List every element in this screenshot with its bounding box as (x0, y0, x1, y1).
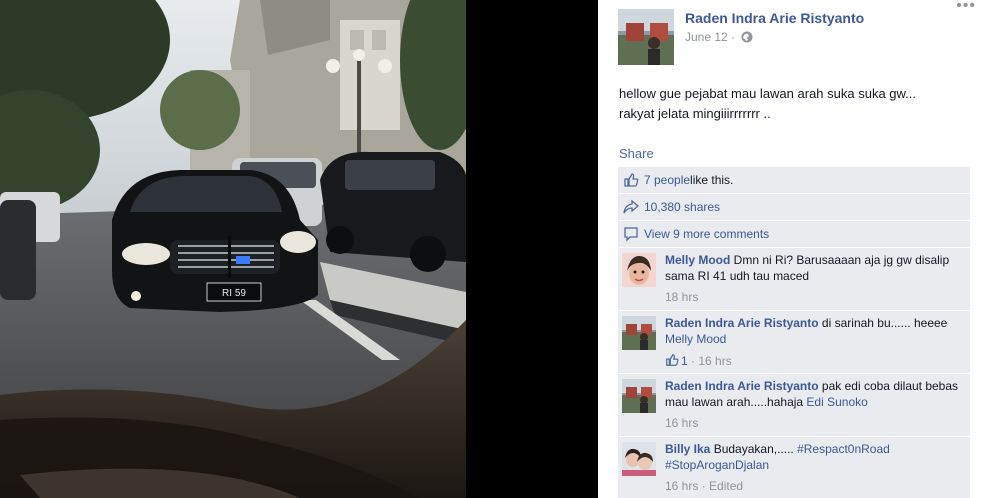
commenter-name-link[interactable]: Melly Mood (665, 253, 730, 267)
comment-item: Raden Indra Arie Ristyanto pak edi coba … (618, 374, 970, 437)
comment-icon (623, 226, 639, 242)
comment-meta: 18 hrs (665, 290, 698, 304)
comment-meta: 16 hrs (665, 416, 698, 430)
caption-line-1: hellow gue pejabat mau lawan arah suka s… (619, 86, 917, 101)
more-dots-icon[interactable]: ••• (956, 0, 976, 15)
shares-row: 10,380 shares (618, 194, 970, 221)
street-photo: RI 59 (0, 0, 466, 498)
likes-row: 7 people like this. (618, 167, 970, 194)
comment-text: Raden Indra Arie Ristyanto pak edi coba … (665, 378, 965, 410)
commenter-avatar[interactable] (622, 253, 656, 287)
meta-separator: · (691, 354, 696, 368)
post-meta: June 12 · (685, 30, 753, 46)
comment-time-link[interactable]: 18 hrs (665, 290, 698, 304)
commenter-name-link[interactable]: Raden Indra Arie Ristyanto (665, 316, 819, 330)
author-name-link[interactable]: Raden Indra Arie Ristyanto (685, 10, 864, 26)
comment-text: Raden Indra Arie Ristyanto di sarinah bu… (665, 315, 965, 347)
post-stats: 7 people like this. 10,380 shares View 9… (618, 167, 970, 498)
street-photo-illustration: RI 59 (0, 0, 466, 498)
likes-link[interactable]: 7 people (644, 173, 690, 187)
commenter-avatar[interactable] (622, 379, 656, 413)
hashtag-link[interactable]: #StopArogan​Djalan (665, 458, 769, 472)
comment-meta: 16 hrs · Edited (665, 479, 743, 493)
post-caption: hellow gue pejabat mau lawan arah suka s… (619, 84, 969, 124)
mention-link[interactable]: Melly Mood (665, 332, 726, 346)
more-comments-row: View 9 more comments (618, 221, 970, 248)
comment-text: Melly Mood Dmn ni Ri? Barusaaaan aja jg … (665, 252, 965, 284)
comment-time-link[interactable]: 16 hrs (665, 479, 698, 493)
view-more-comments-link[interactable]: View 9 more comments (644, 227, 769, 241)
comment-item: Raden Indra Arie Ristyanto di sarinah bu… (618, 311, 970, 374)
comment-time-link[interactable]: 16 hrs (698, 354, 731, 368)
mention-link[interactable]: Edi Sunoko (806, 395, 867, 409)
thumbs-up-icon (623, 172, 639, 188)
meta-separator: · (701, 479, 706, 493)
comment-item: Melly Mood Dmn ni Ri? Barusaaaan aja jg … (618, 248, 970, 311)
comment-text: Billy Ika Budayakan,..... #Respact0nRoad… (665, 441, 965, 473)
commenter-name-link[interactable]: Raden Indra Arie Ristyanto (665, 379, 819, 393)
globe-icon[interactable] (741, 31, 753, 46)
commenter-avatar[interactable] (622, 442, 656, 476)
shares-link[interactable]: 10,380 shares (644, 200, 720, 214)
post-date-link[interactable]: June 12 (685, 30, 728, 44)
comment-meta: 1 · 16 hrs (665, 353, 732, 368)
commenter-name-link[interactable]: Billy Ika (665, 442, 710, 456)
comment-time-link[interactable]: 16 hrs (665, 416, 698, 430)
thumbs-up-icon (665, 353, 679, 367)
share-button[interactable]: Share (619, 146, 654, 161)
photo-viewer[interactable]: RI 59 (0, 0, 598, 498)
meta-separator: · (731, 30, 736, 44)
post-panel: Raden Indra Arie Ristyanto June 12 · •••… (598, 0, 996, 498)
share-arrow-icon (623, 199, 640, 215)
post-header: Raden Indra Arie Ristyanto June 12 · ••• (618, 0, 978, 69)
edited-link[interactable]: Edited (709, 479, 743, 493)
comment-likes-count[interactable]: 1 (681, 354, 688, 368)
comment-content: di sarinah bu...... heeee (818, 316, 948, 330)
hashtag-link[interactable]: #Respact0nRoad (797, 442, 890, 456)
comment-item: Billy Ika Budayakan,..... #Respact0nRoad… (618, 437, 970, 498)
license-plate: RI 59 (222, 288, 246, 299)
author-avatar[interactable] (618, 9, 674, 65)
commenter-avatar[interactable] (622, 316, 656, 350)
likes-suffix: like this. (690, 173, 734, 187)
comment-content: Budayakan,..... (710, 442, 798, 456)
caption-line-2: rakyat jelata mingiiirrrrrrr .. (619, 106, 771, 121)
